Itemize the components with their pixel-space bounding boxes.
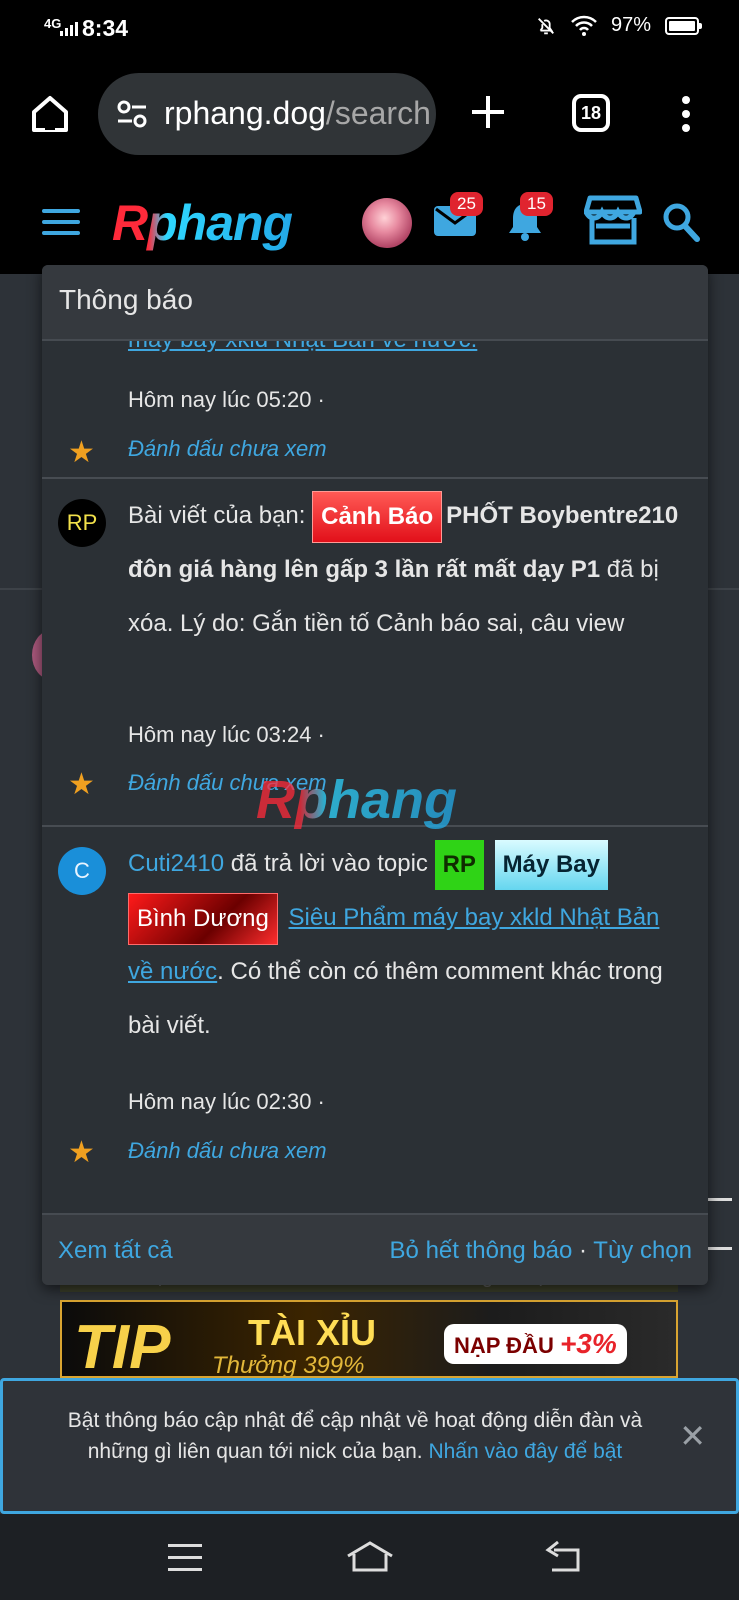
tab-switcher-button[interactable]: 18 [572, 94, 610, 132]
store-icon[interactable] [584, 194, 642, 246]
inbox-badge: 25 [450, 192, 483, 216]
notification-text: máy bay xkld Nhật Bản về nước. [128, 341, 688, 367]
notification-text: Bài viết của bạn: Cảnh Báo PHỐT Boybentre… [128, 489, 688, 651]
wifi-icon [571, 15, 597, 36]
banner-taixiu: TÀI XỈU [248, 1312, 377, 1353]
prefix-tag: Máy Bay [494, 839, 608, 890]
notification-avatar[interactable]: C [58, 847, 106, 895]
notification-time: Hôm nay lúc 05:20 · [128, 387, 325, 412]
view-all-link[interactable]: Xem tất cả [58, 1237, 173, 1265]
notifications-list[interactable]: máy bay xkld Nhật Bản về nước. Hôm nay l… [42, 341, 708, 1213]
thread-title: PHỐT [446, 502, 513, 529]
notification-time: Hôm nay lúc 03:24 · [128, 722, 325, 747]
address-bar[interactable]: rphang.dog/search [98, 73, 436, 155]
prefix-tag: Cảnh Báo [312, 490, 443, 543]
notification-prefix: Bài viết của bạn: [128, 502, 306, 529]
footer-separator: · [579, 1237, 588, 1264]
new-tab-icon[interactable] [468, 92, 508, 132]
notification-avatar[interactable]: RP [58, 499, 106, 547]
user-link[interactable]: Cuti2410 [128, 850, 224, 877]
star-icon[interactable]: ★ [68, 767, 95, 802]
notification-action: đã trả lời vào topic [230, 850, 428, 877]
notification-time: Hôm nay lúc 02:30 · [128, 1089, 325, 1114]
star-icon[interactable]: ★ [68, 1135, 95, 1170]
alerts-button[interactable]: 15 [504, 192, 553, 247]
signal-icon [60, 22, 78, 36]
ad-banner[interactable]: TIP TÀI XỈU Thưởng 399% NẠP ĐẦU +3% [60, 1300, 678, 1378]
watermark-logo: Rphang [256, 770, 457, 830]
enable-push-link[interactable]: Nhấn vào đây để bật [428, 1440, 622, 1463]
thread-link[interactable]: máy bay xkld Nhật Bản về nước. [128, 341, 477, 353]
mark-unread-link[interactable]: Đánh dấu chưa xem [128, 1138, 327, 1164]
user-avatar[interactable] [362, 198, 412, 248]
bell-off-icon [537, 17, 554, 34]
star-icon[interactable]: ★ [68, 435, 95, 470]
banner-bonus: +3% [559, 1328, 617, 1359]
site-logo[interactable]: Rphang [112, 194, 293, 252]
mark-unread-link[interactable]: Đánh dấu chưa xem [128, 436, 327, 462]
url-text: rphang.dog/search [164, 95, 431, 132]
close-icon[interactable]: ✕ [679, 1417, 706, 1455]
home-icon[interactable] [28, 92, 72, 136]
system-nav-bar [0, 1514, 739, 1600]
notification-text: Cuti2410 đã trả lời vào topic RP Máy Bay… [128, 837, 688, 1053]
options-link[interactable]: Tùy chọn [593, 1237, 692, 1264]
banner-tip: TIP [74, 1313, 171, 1378]
banner-nap-label: NẠP ĐẦU [454, 1333, 554, 1358]
site-settings-icon[interactable] [116, 100, 148, 128]
more-menu-icon[interactable] [682, 96, 692, 132]
prefix-tag: Bình Dương [128, 892, 278, 945]
url-path: /search [325, 95, 431, 131]
panel-footer: Xem tất cả Bỏ hết thông báo · Tùy chọn [42, 1213, 708, 1285]
push-notice-text: Bật thông báo cập nhật để cập nhật về ho… [35, 1405, 675, 1467]
nav-home-icon[interactable] [346, 1540, 394, 1574]
site-header: Rphang 25 15 [0, 176, 739, 274]
inbox-button[interactable]: 25 [432, 192, 483, 245]
panel-title: Thông báo [42, 265, 708, 341]
banner-nap: NẠP ĐẦU +3% [444, 1324, 627, 1364]
battery-percent: 97% [610, 14, 651, 36]
status-bar: 4G 8:34 97% [0, 0, 739, 58]
hamburger-menu-icon[interactable] [42, 209, 80, 239]
battery-icon [665, 16, 702, 35]
search-icon[interactable] [662, 202, 700, 242]
clock: 8:34 [82, 15, 129, 41]
recent-apps-icon[interactable] [168, 1544, 202, 1580]
nav-back-icon[interactable] [544, 1540, 582, 1574]
network-type: 4G [44, 16, 62, 31]
dismiss-all-link[interactable]: Bỏ hết thông báo [390, 1237, 573, 1264]
divider [42, 477, 708, 479]
banner-thuong: Thưởng 399% [212, 1352, 365, 1378]
notifications-panel: Thông báo máy bay xkld Nhật Bản về nước.… [42, 265, 708, 1285]
prefix-tag: RP [434, 839, 484, 890]
url-host: rphang.dog [164, 95, 326, 131]
alerts-badge: 15 [520, 192, 553, 216]
footer-actions: Bỏ hết thông báo · Tùy chọn [390, 1237, 692, 1265]
push-notice: Bật thông báo cập nhật để cập nhật về ho… [0, 1378, 739, 1514]
browser-toolbar: rphang.dog/search 18 [0, 58, 739, 176]
